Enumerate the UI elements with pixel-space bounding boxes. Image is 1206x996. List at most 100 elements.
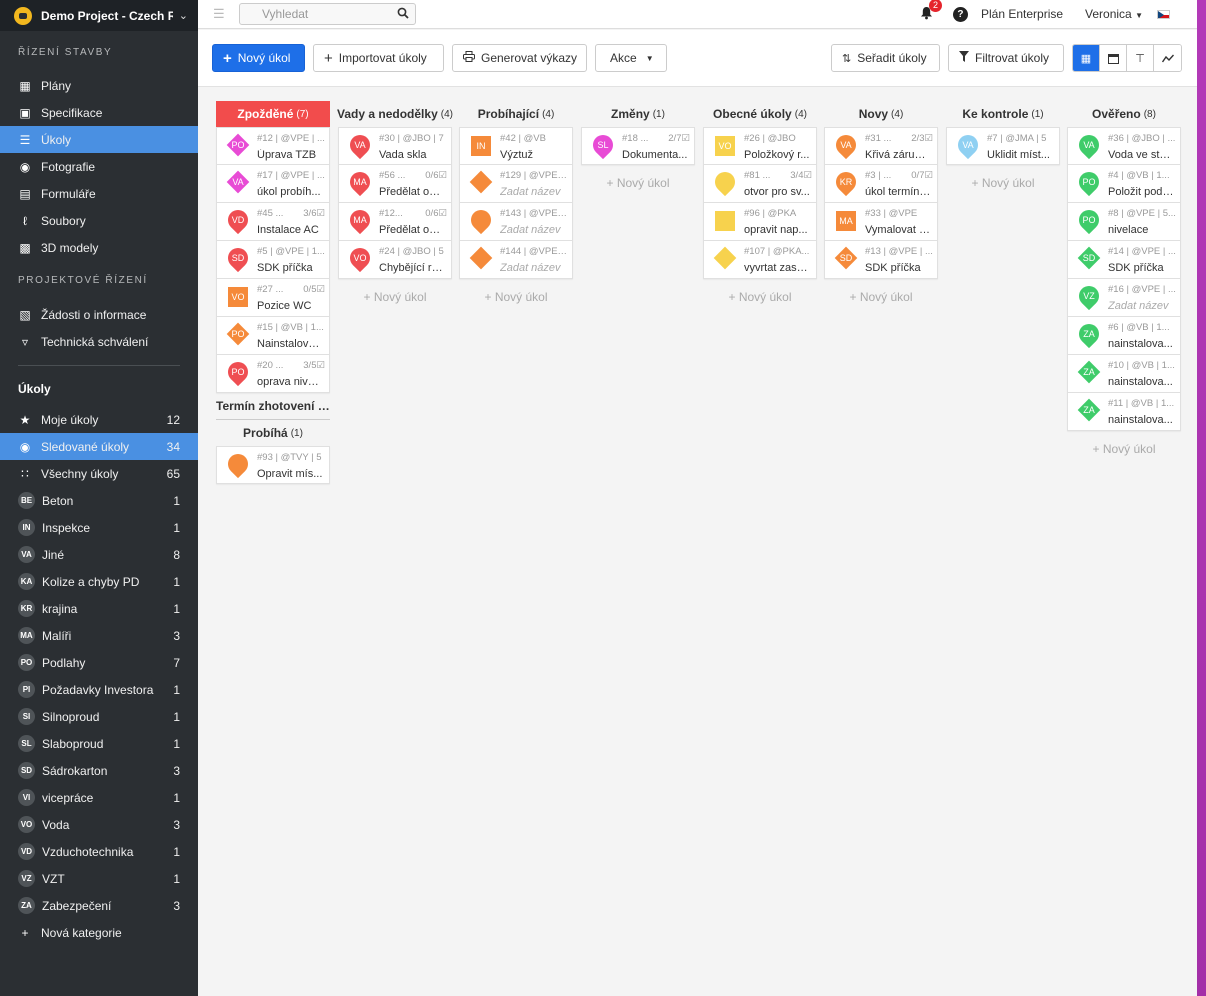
category-item[interactable]: KR krajina 1	[0, 595, 198, 622]
language-flag-icon[interactable]	[1157, 9, 1170, 19]
task-card[interactable]: ZA #6 | @VB | 1... nainstalova...	[1067, 317, 1181, 355]
add-task-button[interactable]: + Nový úkol	[946, 165, 1060, 201]
filter-tasks-button[interactable]: Filtrovat úkoly	[948, 44, 1064, 72]
generate-reports-button[interactable]: Generovat výkazy	[452, 44, 587, 72]
task-card[interactable]: #144 | @VPE ... Zadat název	[459, 241, 573, 279]
sidebar-item-pl-ny[interactable]: ▦ Plány	[0, 72, 198, 99]
hamburger-menu-icon[interactable]: ☰	[213, 6, 227, 22]
category-item[interactable]: PO Podlahy 7	[0, 649, 198, 676]
add-task-button[interactable]: + Nový úkol	[824, 279, 938, 315]
category-item[interactable]: ZA Zabezpečení 3	[0, 892, 198, 919]
task-card[interactable]: SD #14 | @VPE | ... SDK příčka	[1067, 241, 1181, 279]
task-card[interactable]: KR #3 | ... 0/7☑ úkol termín ...	[824, 165, 938, 203]
task-card[interactable]: VO #26 | @JBO Položkový r...	[703, 127, 817, 165]
task-card[interactable]: #96 | @PKA opravit nap...	[703, 203, 817, 241]
search-icon[interactable]	[397, 7, 409, 22]
new-category-button[interactable]: + Nová kategorie	[0, 919, 198, 946]
column-header: Probíhající (4)	[459, 101, 573, 127]
task-title: Zadat název	[500, 262, 561, 274]
task-card[interactable]: SD #13 | @VPE | ... SDK příčka	[824, 241, 938, 279]
actions-dropdown[interactable]: Akce ▼	[595, 44, 667, 72]
add-task-button[interactable]: + Nový úkol	[1067, 431, 1181, 467]
category-item[interactable]: VI vicepráce 1	[0, 784, 198, 811]
sidebar-item-specifikace[interactable]: ▣ Specifikace	[0, 99, 198, 126]
project-switcher[interactable]: Demo Project - Czech Republic ⌄	[0, 0, 198, 31]
task-card[interactable]: ZA #10 | @VB | 1... nainstalova...	[1067, 355, 1181, 393]
task-card[interactable]: MA #56 ... 0/6☑ Předělat om...	[338, 165, 452, 203]
task-id: #12 | @VPE | ...	[257, 133, 325, 144]
search-input[interactable]: Vyhledat	[239, 3, 416, 25]
gantt-view-icon[interactable]: ⊤	[1127, 45, 1154, 71]
help-icon[interactable]: ?	[952, 6, 968, 22]
task-filter-item[interactable]: ◉ Sledované úkoly 34	[0, 433, 198, 460]
marker-label: IN	[476, 141, 486, 151]
task-card[interactable]: IN #42 | @VB Výztuž	[459, 127, 573, 165]
task-card[interactable]: VZ #16 | @VPE | ... Zadat název	[1067, 279, 1181, 317]
task-card[interactable]: PO #4 | @VB | 1... Položit podl...	[1067, 165, 1181, 203]
calendar-view-icon[interactable]	[1100, 45, 1127, 71]
category-item[interactable]: VA Jiné 8	[0, 541, 198, 568]
task-card[interactable]: PO #8 | @VPE | 5... nivelace	[1067, 203, 1181, 241]
task-marker-square-icon: IN	[470, 135, 492, 159]
task-card[interactable]: SL #18 ... 2/7☑ Dokumenta...	[581, 127, 695, 165]
marker-label: VZ	[1083, 291, 1095, 301]
category-item[interactable]: BE Beton 1	[0, 487, 198, 514]
task-card[interactable]: #93 | @TVY | 5 Opravit mís...	[216, 446, 330, 484]
import-tasks-button[interactable]: + Importovat úkoly	[313, 44, 444, 72]
task-card[interactable]: PO #15 | @VB | 1... Nainstalova...	[216, 317, 330, 355]
task-card[interactable]: VO #24 | @JBO | 5 Chybějící ro...	[338, 241, 452, 279]
task-meta: #10 | @VB | 1...	[1108, 360, 1176, 371]
category-item[interactable]: VO Voda 3	[0, 811, 198, 838]
task-card[interactable]: VA #30 | @JBO | 7 Vada skla	[338, 127, 452, 165]
task-card[interactable]: VO #27 ... 0/5☑ Pozice WC	[216, 279, 330, 317]
category-item[interactable]: SL Slaboproud 1	[0, 730, 198, 757]
task-card[interactable]: VD #45 ... 3/6☑ Instalace AC	[216, 203, 330, 241]
category-item[interactable]: SI Silnoproud 1	[0, 703, 198, 730]
task-card[interactable]: MA #12... 0/6☑ Předělat om...	[338, 203, 452, 241]
sidebar-item-fotografie[interactable]: ◉ Fotografie	[0, 153, 198, 180]
task-card[interactable]: VA #17 | @VPE | ... úkol probíh...	[216, 165, 330, 203]
add-task-button[interactable]: + Nový úkol	[338, 279, 452, 315]
category-item[interactable]: IN Inspekce 1	[0, 514, 198, 541]
task-checklist: 2/3☑	[911, 133, 933, 144]
task-card[interactable]: #143 | @VPE ... Zadat název	[459, 203, 573, 241]
task-filter-item[interactable]: ∷ Všechny úkoly 65	[0, 460, 198, 487]
task-card[interactable]: #107 | @PKA... vyvrtat zasu...	[703, 241, 817, 279]
task-card[interactable]: VA #31 ... 2/3☑ Křivá zárubeň	[824, 127, 938, 165]
task-filter-item[interactable]: ★ Moje úkoly 12	[0, 406, 198, 433]
task-card[interactable]: PO #20 ... 3/5☑ oprava nivel...	[216, 355, 330, 393]
sidebar-item-soubory[interactable]: ℓ Soubory	[0, 207, 198, 234]
sidebar-item--dosti-o-informace[interactable]: ▧ Žádosti o informace	[0, 301, 198, 328]
category-item[interactable]: PI Požadavky Investora 1	[0, 676, 198, 703]
user-menu[interactable]: Veronica ▼	[1085, 7, 1143, 21]
task-card[interactable]: VA #36 | @JBO | ... Voda ve stře...	[1067, 127, 1181, 165]
category-item[interactable]: MA Malíři 3	[0, 622, 198, 649]
category-count: 3	[173, 763, 180, 778]
add-task-button[interactable]: + Nový úkol	[703, 279, 817, 315]
plan-link[interactable]: Plán Enterprise	[981, 7, 1063, 21]
task-card[interactable]: VA #7 | @JMA | 5 Uklidit míst...	[946, 127, 1060, 165]
sidebar-item-formul-e[interactable]: ▤ Formuláře	[0, 180, 198, 207]
category-item[interactable]: VZ VZT 1	[0, 865, 198, 892]
task-card[interactable]: MA #33 | @VPE Vymalovat s...	[824, 203, 938, 241]
task-card[interactable]: #81 ... 3/4☑ otvor pro sv...	[703, 165, 817, 203]
board-view-icon[interactable]: ▦	[1073, 45, 1100, 71]
task-card[interactable]: #129 | @VPE ... Zadat název	[459, 165, 573, 203]
chart-view-icon[interactable]	[1154, 45, 1181, 71]
sidebar-item-technick-schv-len-[interactable]: ▿ Technická schválení	[0, 328, 198, 355]
sidebar-item--koly[interactable]: ☰ Úkoly	[0, 126, 198, 153]
add-task-button[interactable]: + Nový úkol	[581, 165, 695, 201]
task-card[interactable]: PO #12 | @VPE | ... Úprava TZB	[216, 127, 330, 165]
task-marker-pin-icon	[710, 167, 740, 197]
category-item[interactable]: SD Sádrokarton 3	[0, 757, 198, 784]
category-item[interactable]: KA Kolize a chyby PD 1	[0, 568, 198, 595]
task-card[interactable]: SD #5 | @VPE | 1... SDK příčka	[216, 241, 330, 279]
sidebar-item-3d-modely[interactable]: ▩ 3D modely	[0, 234, 198, 261]
notifications-bell-icon[interactable]: 2	[920, 0, 942, 23]
sort-tasks-button[interactable]: ⇅ Seřadit úkoly	[831, 44, 940, 72]
add-task-button[interactable]: + Nový úkol	[459, 279, 573, 315]
category-item[interactable]: VD Vzduchotechnika 1	[0, 838, 198, 865]
task-id: #13 | @VPE | ...	[865, 246, 933, 257]
new-task-button[interactable]: + Nový úkol	[212, 44, 305, 72]
task-card[interactable]: ZA #11 | @VB | 1... nainstalova...	[1067, 393, 1181, 431]
